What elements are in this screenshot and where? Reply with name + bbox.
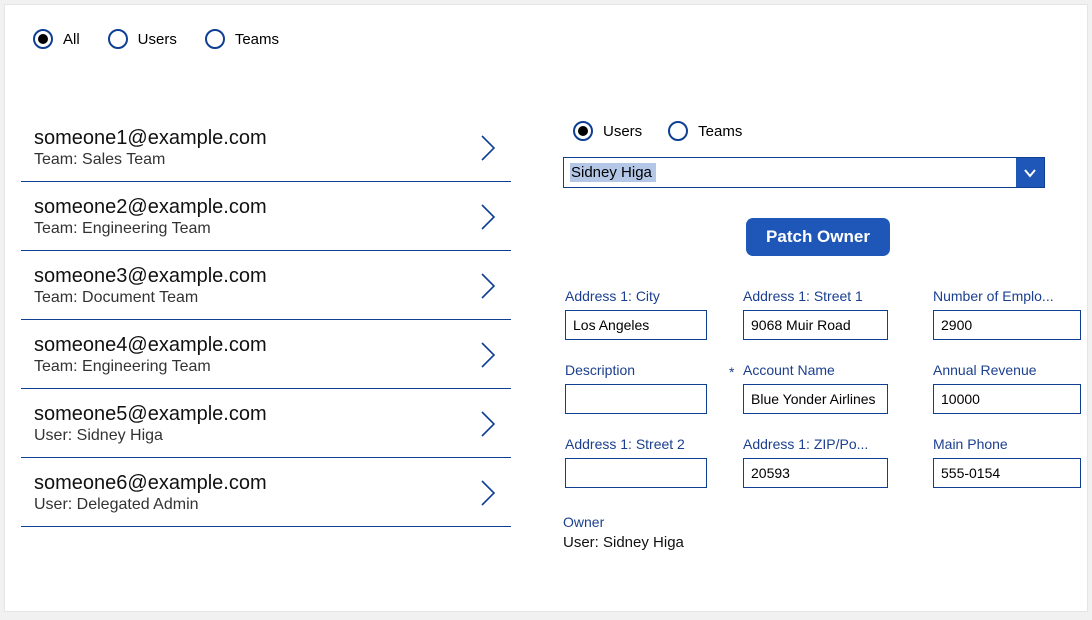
owner-type-label: Teams <box>698 123 742 140</box>
list-item-secondary: Team: Engineering Team <box>34 220 267 238</box>
list-item-primary: someone3@example.com <box>34 265 267 288</box>
field-grid: Address 1: City Address 1: Street 1 Numb… <box>565 288 1073 488</box>
owner-select-dropdown-button[interactable] <box>1016 158 1044 187</box>
filter-teams[interactable]: Teams <box>205 29 279 49</box>
field-street1: Address 1: Street 1 <box>743 288 897 340</box>
chevron-right-icon <box>479 133 497 163</box>
field-label: Main Phone <box>933 436 1081 452</box>
radio-icon <box>205 29 225 49</box>
field-description: Description <box>565 362 707 414</box>
chevron-right-icon <box>479 340 497 370</box>
owner-info-label: Owner <box>563 514 1073 530</box>
filter-all[interactable]: All <box>33 29 80 49</box>
radio-icon <box>573 121 593 141</box>
owner-select-value-wrap: Sidney Higa <box>564 158 1016 187</box>
record-list[interactable]: someone1@example.comTeam: Sales Teamsome… <box>21 113 511 608</box>
field-label: Address 1: Street 2 <box>565 436 707 452</box>
filter-label: Users <box>138 31 177 48</box>
owner-select[interactable]: Sidney Higa <box>563 157 1045 188</box>
list-item-secondary: Team: Sales Team <box>34 151 267 169</box>
owner-type-group: Users Teams <box>573 121 1073 141</box>
chevron-right-icon <box>479 409 497 439</box>
radio-icon <box>33 29 53 49</box>
detail-pane: Users Teams Sidney Higa Patch Owner Addr… <box>563 121 1073 551</box>
list-item[interactable]: someone5@example.comUser: Sidney Higa <box>21 389 511 458</box>
list-item[interactable]: someone2@example.comTeam: Engineering Te… <box>21 182 511 251</box>
list-item-secondary: Team: Document Team <box>34 289 267 307</box>
owner-info-value: User: Sidney Higa <box>563 534 1073 551</box>
zip-input[interactable] <box>743 458 888 488</box>
chevron-down-icon <box>1023 168 1037 178</box>
radio-icon <box>668 121 688 141</box>
field-label: Description <box>565 362 707 378</box>
field-label: Address 1: City <box>565 288 707 304</box>
phone-input[interactable] <box>933 458 1081 488</box>
filter-users[interactable]: Users <box>108 29 177 49</box>
app-frame: All Users Teams someone1@example.comTeam… <box>4 4 1088 612</box>
street2-input[interactable] <box>565 458 707 488</box>
list-item-secondary: Team: Engineering Team <box>34 358 267 376</box>
list-item[interactable]: someone6@example.comUser: Delegated Admi… <box>21 458 511 527</box>
list-item[interactable]: someone3@example.comTeam: Document Team <box>21 251 511 320</box>
field-label: Number of Emplo... <box>933 288 1081 304</box>
required-marker: * <box>729 364 734 380</box>
revenue-input[interactable] <box>933 384 1081 414</box>
field-label: Address 1: Street 1 <box>743 288 897 304</box>
radio-icon <box>108 29 128 49</box>
account-name-input[interactable] <box>743 384 888 414</box>
chevron-right-icon <box>479 478 497 508</box>
list-item[interactable]: someone1@example.comTeam: Sales Team <box>21 113 511 182</box>
list-item-primary: someone6@example.com <box>34 472 267 495</box>
top-filter-group: All Users Teams <box>33 29 279 49</box>
list-item-primary: someone4@example.com <box>34 334 267 357</box>
list-item-primary: someone2@example.com <box>34 196 267 219</box>
owner-type-users[interactable]: Users <box>573 121 642 141</box>
numemp-input[interactable] <box>933 310 1081 340</box>
field-annual-revenue: Annual Revenue <box>933 362 1081 414</box>
field-label: Address 1: ZIP/Po... <box>743 436 897 452</box>
filter-label: Teams <box>235 31 279 48</box>
list-item-primary: someone1@example.com <box>34 127 267 150</box>
list-item-primary: someone5@example.com <box>34 403 267 426</box>
field-account-name: * Account Name <box>743 362 897 414</box>
list-item[interactable]: someone4@example.comTeam: Engineering Te… <box>21 320 511 389</box>
field-zip: Address 1: ZIP/Po... <box>743 436 897 488</box>
field-city: Address 1: City <box>565 288 707 340</box>
list-item-secondary: User: Delegated Admin <box>34 496 267 514</box>
field-street2: Address 1: Street 2 <box>565 436 707 488</box>
owner-type-teams[interactable]: Teams <box>668 121 742 141</box>
list-item-secondary: User: Sidney Higa <box>34 427 267 445</box>
field-phone: Main Phone <box>933 436 1081 488</box>
description-input[interactable] <box>565 384 707 414</box>
chevron-right-icon <box>479 271 497 301</box>
chevron-right-icon <box>479 202 497 232</box>
patch-owner-button[interactable]: Patch Owner <box>746 218 890 256</box>
field-label: Annual Revenue <box>933 362 1081 378</box>
owner-type-label: Users <box>603 123 642 140</box>
filter-label: All <box>63 31 80 48</box>
field-numemp: Number of Emplo... <box>933 288 1081 340</box>
field-label: Account Name <box>743 362 897 378</box>
owner-info: Owner User: Sidney Higa <box>563 514 1073 551</box>
city-input[interactable] <box>565 310 707 340</box>
owner-select-value: Sidney Higa <box>570 163 656 182</box>
street1-input[interactable] <box>743 310 888 340</box>
